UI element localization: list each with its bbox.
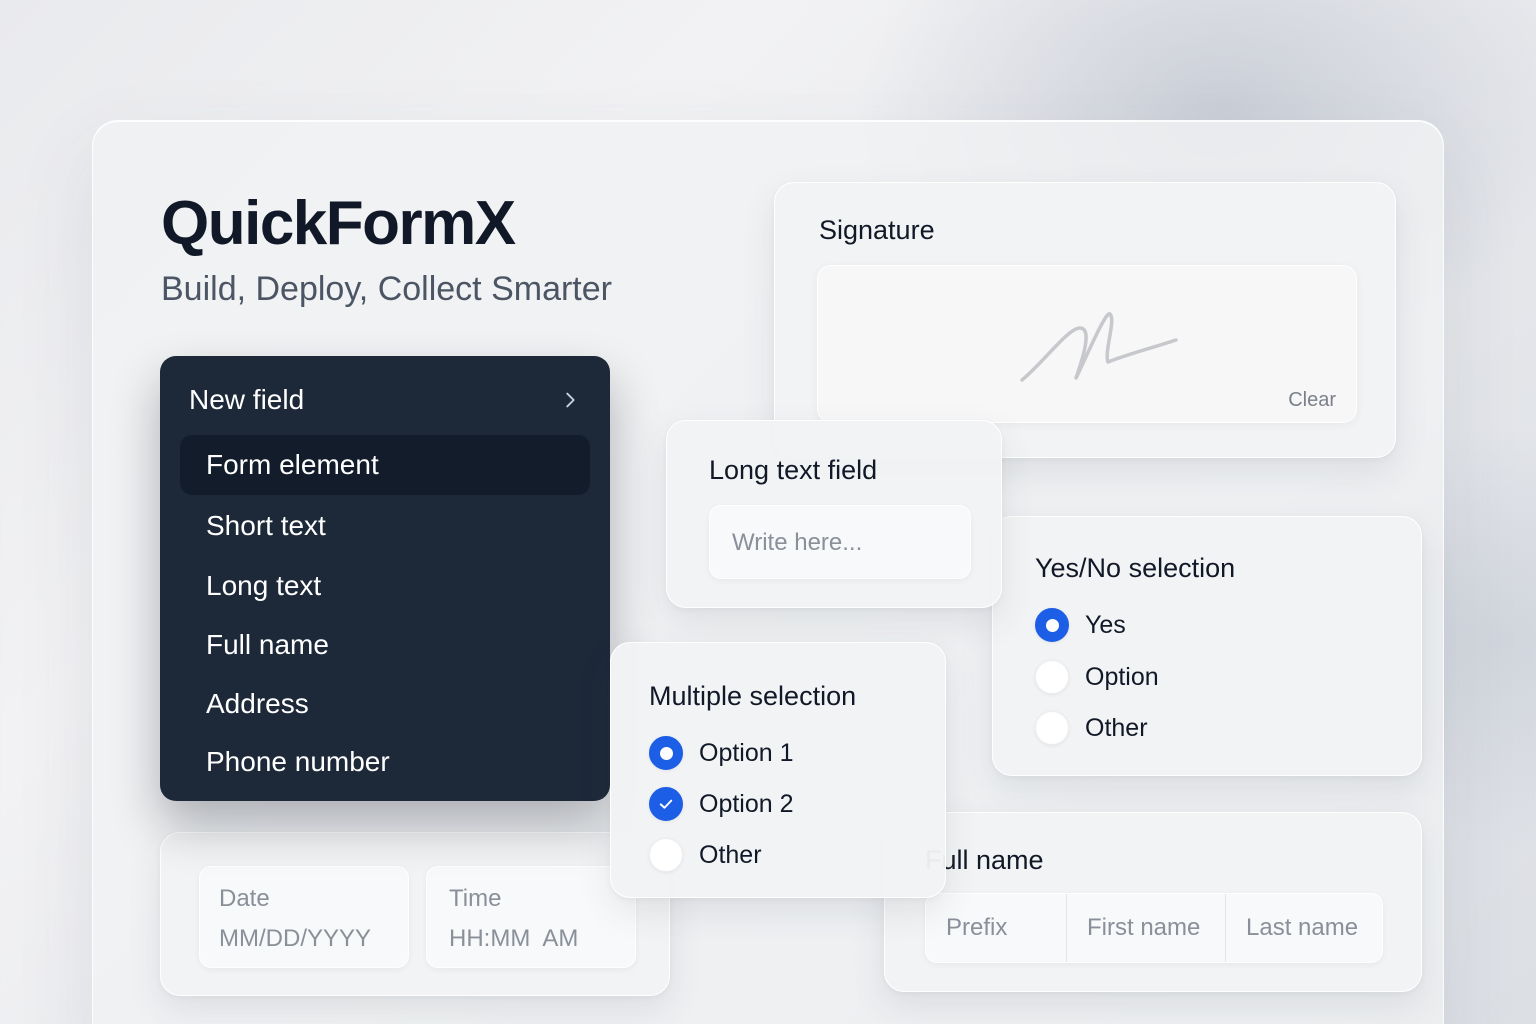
first-name-field[interactable]: First name [1066, 894, 1225, 962]
long-text-input[interactable]: Write here... [709, 505, 971, 579]
menu-item-long-text[interactable]: Long text [180, 556, 590, 616]
long-text-card: Long text field Write here... [666, 420, 1002, 608]
yes-no-title: Yes/No selection [1035, 553, 1236, 583]
multi-option-1[interactable]: Option 1 [649, 736, 794, 770]
signature-title: Signature [819, 215, 935, 245]
option-label: Option 2 [699, 789, 794, 818]
chevron-right-icon [566, 392, 575, 408]
yes-no-option-other[interactable]: Other [1035, 711, 1148, 745]
option-label: Other [699, 840, 762, 869]
clear-signature-button[interactable]: Clear [1288, 389, 1336, 412]
new-field-menu: New field Form element Short text Long t… [160, 356, 610, 801]
multi-option-2[interactable]: Option 2 [649, 787, 794, 821]
yes-no-option-yes[interactable]: Yes [1035, 608, 1126, 642]
yes-no-option-option[interactable]: Option [1035, 660, 1159, 694]
radio-empty-icon [649, 838, 683, 872]
radio-selected-icon [1035, 608, 1069, 642]
menu-item-form-element[interactable]: Form element [180, 435, 590, 495]
new-field-header[interactable]: New field [189, 382, 581, 418]
date-label: Date [219, 885, 270, 912]
option-label: Option [1085, 662, 1159, 691]
signature-pad[interactable]: Clear [817, 265, 1357, 423]
check-icon [649, 787, 683, 821]
multiple-selection-card: Multiple selection Option 1 Option 2 Oth… [610, 642, 946, 898]
option-label: Yes [1085, 610, 1126, 639]
app-subtitle: Build, Deploy, Collect Smarter [161, 270, 612, 308]
prefix-field[interactable]: Prefix [926, 894, 1066, 962]
signature-stroke [1020, 312, 1178, 382]
multi-option-other[interactable]: Other [649, 838, 762, 872]
date-field[interactable]: Date MM/DD/YYYY [199, 866, 409, 968]
option-label: Other [1085, 713, 1148, 742]
radio-empty-icon [1035, 711, 1069, 745]
full-name-card: Full name Prefix First name Last name [884, 812, 1422, 992]
long-text-placeholder: Write here... [732, 529, 863, 556]
radio-selected-icon [649, 736, 683, 770]
yes-no-card: Yes/No selection Yes Option Other [992, 516, 1422, 776]
long-text-title: Long text field [709, 455, 878, 485]
option-label: Option 1 [699, 738, 794, 767]
menu-item-full-name[interactable]: Full name [180, 615, 590, 675]
menu-item-address[interactable]: Address [180, 674, 590, 734]
menu-item-phone-number[interactable]: Phone number [180, 732, 590, 792]
menu-header-label: New field [189, 384, 305, 415]
menu-item-short-text[interactable]: Short text [180, 496, 590, 556]
time-label: Time [449, 885, 502, 912]
app-title: QuickFormX [161, 189, 516, 258]
date-placeholder: MM/DD/YYYY [219, 925, 372, 952]
full-name-fields: Prefix First name Last name [925, 893, 1383, 963]
last-name-field[interactable]: Last name [1225, 894, 1382, 962]
multiple-selection-title: Multiple selection [649, 681, 857, 711]
signature-card: Signature Clear [774, 182, 1396, 458]
time-field[interactable]: Time HH:MM AM [426, 866, 636, 968]
date-time-card: Date MM/DD/YYYY Time HH:MM AM [160, 832, 670, 996]
time-placeholder: HH:MM AM [449, 925, 579, 952]
radio-empty-icon [1035, 660, 1069, 694]
